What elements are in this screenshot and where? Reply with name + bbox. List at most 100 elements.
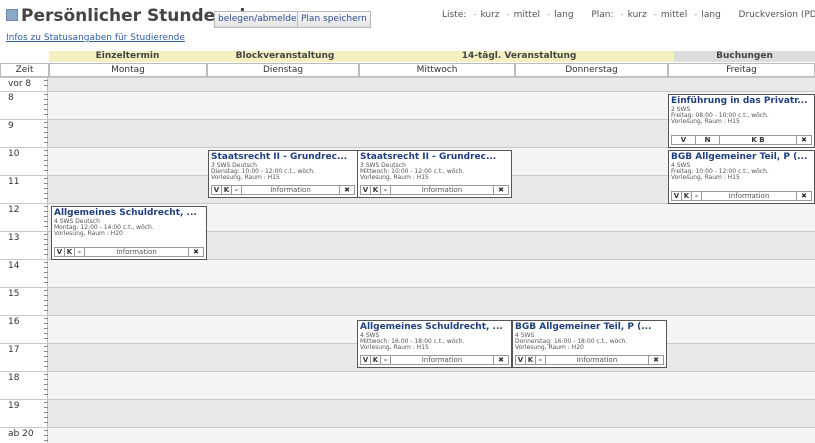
information-button[interactable]: Information [242,186,340,194]
time-tick [44,239,48,240]
time-tick [44,384,48,385]
time-tick [44,254,48,255]
event-bgb-at-donnerstag[interactable]: BGB Allgemeiner Teil, P (... 4 SWS Donne… [512,320,667,368]
event-einfuehrung-privatrecht[interactable]: Einführung in das Privatr... 2 SWS Freit… [668,94,815,148]
time-tick [44,356,48,357]
status-button[interactable]: - [381,186,391,194]
time-tick [44,85,48,86]
time-tick [44,206,48,207]
time-tick [44,412,48,413]
time-tick [44,193,48,194]
close-icon[interactable]: ✖ [340,186,354,194]
information-button[interactable]: Information [85,248,189,256]
k-button[interactable]: K [371,186,381,194]
close-icon[interactable]: ✖ [649,356,663,364]
separator: - [546,10,551,20]
time-tick [44,310,48,311]
information-button[interactable]: Information [702,192,797,200]
column-header-freitag: Freitag [668,63,815,77]
column-header-dienstag: Dienstag [207,63,359,77]
n-button[interactable]: N [696,136,720,144]
event-schuldrecht-mittwoch[interactable]: Allgemeines Schuldrecht, ... 4 SWS Mittw… [357,320,512,368]
time-tick [44,282,48,283]
k-button[interactable]: K [526,356,536,364]
liste-kurz-link[interactable]: kurz [480,10,499,20]
liste-lang-link[interactable]: lang [554,10,573,20]
time-tick [44,328,48,329]
time-tick [44,374,48,375]
row-divider [0,315,815,316]
event-schuldrecht-montag[interactable]: Allgemeines Schuldrecht, ... 4 SWS Deuts… [51,206,207,260]
event-title[interactable]: BGB Allgemeiner Teil, P (... [669,151,814,163]
liste-mittel-link[interactable]: mittel [514,10,540,20]
v-button[interactable]: V [672,192,682,200]
time-tick [44,272,48,273]
kb-button[interactable]: K B [720,136,797,144]
event-title[interactable]: Einführung in das Privatr... [669,95,814,107]
time-tick [44,277,48,278]
information-button[interactable]: Information [546,356,649,364]
event-bgb-at-freitag[interactable]: BGB Allgemeiner Teil, P (... 4 SWS Freit… [668,150,815,204]
calendar-icon [6,9,18,21]
time-tick [44,249,48,250]
close-icon[interactable]: ✖ [189,248,203,256]
v-button[interactable]: V [55,248,65,256]
row-divider [0,91,815,92]
statusangaben-info-link[interactable]: Infos zu Statusangaben für Studierende [6,33,185,43]
belegen-abmelden-button[interactable]: belegen/abmelden [214,11,307,28]
plan-speichern-button[interactable]: Plan speichern [297,11,371,28]
status-button[interactable]: - [75,248,85,256]
event-title[interactable]: Allgemeines Schuldrecht, ... [358,321,511,333]
status-button[interactable]: - [692,192,702,200]
v-button[interactable]: V [516,356,526,364]
status-button[interactable]: - [381,356,391,364]
time-tick [44,430,48,431]
v-button[interactable]: V [361,186,371,194]
druckversion-link[interactable]: Druckversion (PDF) [739,10,815,20]
k-button[interactable]: K [222,186,232,194]
information-button[interactable]: Information [391,356,494,364]
status-button[interactable]: - [536,356,546,364]
event-detail: Vorlesung, Raum : H15 [671,174,740,181]
v-button[interactable]: V [672,136,696,144]
time-tick [44,318,48,319]
time-tick [44,379,48,380]
time-label: 18 [8,373,20,383]
separator: - [506,10,510,20]
k-button[interactable]: K [682,192,692,200]
time-tick [44,137,48,138]
liste-label: Liste: [442,10,467,20]
v-button[interactable]: V [212,186,222,194]
header-bar: Persönlicher Stundenplan belegen/abmelde… [0,0,815,30]
k-button[interactable]: K [65,248,75,256]
time-tick [44,366,48,367]
row-divider [0,371,815,372]
event-title[interactable]: BGB Allgemeiner Teil, P (... [513,321,666,333]
time-tick [44,300,48,301]
close-icon[interactable]: ✖ [494,356,508,364]
separator: - [694,10,698,20]
legend-buchungen: Buchungen [674,51,815,62]
event-detail: Vorlesung, Raum : H15 [211,174,280,181]
time-label: ab 20 [8,429,34,439]
v-button[interactable]: V [361,356,371,364]
time-label: 10 [8,149,20,159]
status-button[interactable]: - [232,186,242,194]
time-row-background [48,427,815,443]
time-tick [44,234,48,235]
event-staatsrecht-mittwoch[interactable]: Staatsrecht II - Grundrec... 3 SWS Deuts… [357,150,512,198]
time-tick [44,188,48,189]
close-icon[interactable]: ✖ [797,192,811,200]
event-action-bar: V K - Information ✖ [360,355,509,365]
plan-lang-link[interactable]: lang [701,10,720,20]
time-tick [44,361,48,362]
plan-kurz-link[interactable]: kurz [628,10,647,20]
time-label: 11 [8,177,20,187]
close-icon[interactable]: ✖ [797,136,811,144]
k-button[interactable]: K [371,356,381,364]
information-button[interactable]: Information [391,186,494,194]
row-divider [0,287,815,288]
plan-mittel-link[interactable]: mittel [661,10,687,20]
close-icon[interactable]: ✖ [494,186,508,194]
event-staatsrecht-dienstag[interactable]: Staatsrecht II - Grundrec... 3 SWS Deuts… [208,150,358,198]
